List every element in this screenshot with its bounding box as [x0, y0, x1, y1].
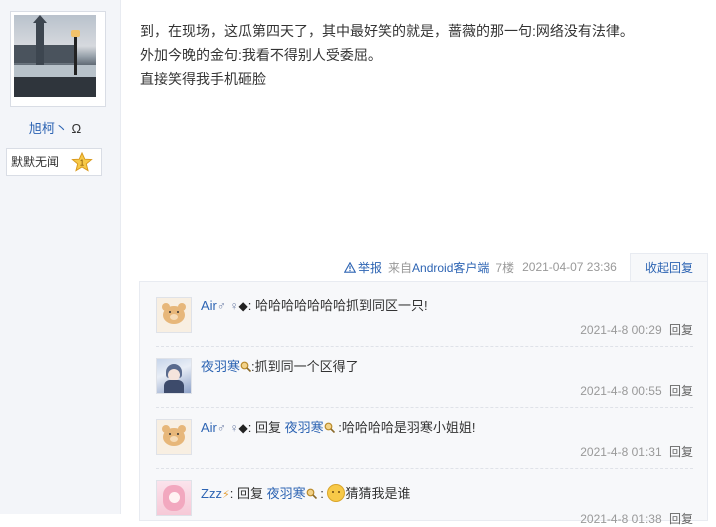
reply-button[interactable]: 回复	[669, 445, 693, 459]
reply-footer: 2021-4-8 00:55 回复	[580, 382, 693, 399]
reply-username[interactable]: Zzz	[201, 486, 222, 501]
post-time: 2021-04-07 23:36	[522, 260, 617, 274]
magnifier-icon	[324, 422, 335, 433]
reply-username[interactable]: Air	[201, 420, 217, 435]
report-link[interactable]: 举报	[344, 259, 382, 276]
reply-text: Air♂ ♀◆: 哈哈哈哈哈哈哈抓到同区一只!	[201, 296, 428, 316]
member-badge[interactable]: 默默无闻 1	[6, 148, 102, 176]
post-source: 来自Android客户端	[388, 259, 489, 276]
magnifier-icon	[240, 361, 252, 372]
reply-avatar[interactable]	[156, 480, 192, 516]
reply-message: :哈哈哈哈是羽寒小姐姐!	[338, 420, 476, 435]
reply-word: 回复	[236, 486, 263, 501]
magnifier-icon	[306, 488, 317, 499]
warning-icon	[344, 261, 356, 273]
reply-separator: :	[247, 420, 252, 435]
male-icon: ♂	[216, 299, 226, 313]
reply-username[interactable]: 夜羽寒	[201, 359, 240, 374]
badge-level: 1	[80, 159, 85, 168]
post-line: 直接笑得我手机砸脸	[140, 71, 266, 87]
author-name[interactable]: 旭柯丶 Ω	[10, 118, 100, 137]
badge-text: 默默无闻	[11, 155, 60, 169]
reply-target[interactable]: 夜羽寒	[267, 486, 306, 501]
floor-number: 7楼	[495, 260, 515, 275]
reply-message: 抓到同一个区得了	[254, 359, 359, 374]
bear-avatar-image	[157, 298, 191, 332]
reply-text: 夜羽寒:抓到同一个区得了	[201, 357, 359, 377]
reply-divider	[156, 468, 693, 469]
reply-separator: :	[247, 298, 252, 313]
reply-avatar[interactable]	[156, 297, 192, 333]
reply-button[interactable]: 回复	[669, 512, 693, 526]
diamond-icon: ◆	[238, 299, 248, 313]
lightning-icon: ⚡	[221, 489, 230, 501]
reply-divider	[156, 346, 693, 347]
reply-time: 2021-4-8 01:38	[580, 512, 662, 526]
author-name-symbol: Ω	[71, 121, 82, 136]
author-sidebar: 旭柯丶 Ω 默默无闻 1	[0, 0, 121, 514]
male-icon: ♂	[216, 421, 226, 435]
reply-avatar[interactable]	[156, 419, 192, 455]
reply-message: 哈哈哈哈哈哈哈抓到同区一只!	[255, 298, 428, 313]
reply-time: 2021-4-8 00:29	[580, 323, 662, 337]
reply-username[interactable]: Air	[201, 298, 217, 313]
reply-time: 2021-4-8 01:31	[580, 445, 662, 459]
reply-separator: :	[229, 486, 234, 501]
bear-avatar-image	[157, 420, 191, 454]
post-line: 外加今晚的金句:我看不得别人受委屈。	[140, 47, 382, 63]
reply-word: 回复	[255, 420, 282, 435]
reply-text: Air♂ ♀◆: 回复 夜羽寒 :哈哈哈哈是羽寒小姐姐!	[201, 418, 476, 438]
reply-button[interactable]: 回复	[669, 384, 693, 398]
reply-footer: 2021-4-8 00:29 回复	[580, 321, 693, 338]
report-label[interactable]: 举报	[358, 259, 382, 276]
post-line: 到，在现场，这瓜第四天了，其中最好笑的就是，蔷薇的那一句:网络没有法律。	[140, 23, 634, 39]
anime-avatar-image	[157, 359, 191, 393]
reply-button[interactable]: 回复	[669, 323, 693, 337]
reply-message: 猜猜我是谁	[345, 486, 411, 501]
author-avatar[interactable]	[10, 11, 106, 107]
grin-emoji-icon	[327, 484, 346, 502]
source-prefix: 来自	[388, 260, 413, 275]
female-icon: ♀	[229, 299, 239, 313]
female-icon: ♀	[229, 421, 239, 435]
reply-target[interactable]: 夜羽寒	[285, 420, 324, 435]
avatar-image	[14, 15, 96, 97]
reply-divider	[156, 407, 693, 408]
reply-list: Air♂ ♀◆: 哈哈哈哈哈哈哈抓到同区一只! 2021-4-8 00:29 回…	[139, 281, 708, 526]
reply-footer: 2021-4-8 01:31 回复	[580, 443, 693, 460]
post-meta: 举报 来自Android客户端 7楼 2021-04-07 23:36	[344, 258, 617, 276]
client-link[interactable]: Android客户端	[412, 261, 489, 275]
post-content: 到，在现场，这瓜第四天了，其中最好笑的就是，蔷薇的那一句:网络没有法律。 外加今…	[140, 19, 634, 91]
reply-time: 2021-4-8 00:55	[580, 384, 662, 398]
reply-avatar[interactable]	[156, 358, 192, 394]
reply-text: Zzz⚡: 回复 夜羽寒 : 猜猜我是谁	[201, 484, 411, 502]
collapse-replies-button[interactable]: 收起回复	[630, 253, 708, 281]
diamond-icon: ◆	[238, 421, 248, 435]
level-star-icon: 1	[71, 152, 93, 172]
reply-footer: 2021-4-8 01:38 回复	[580, 510, 693, 527]
anime-avatar-image	[157, 481, 191, 515]
